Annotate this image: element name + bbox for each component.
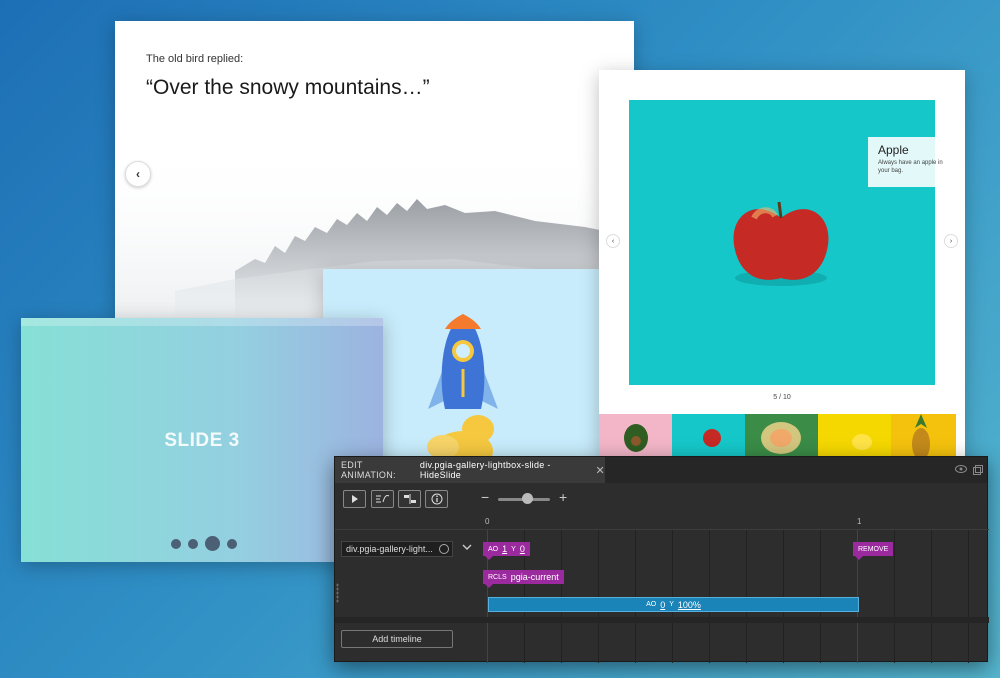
lightbox-next-button[interactable]: ›: [944, 234, 958, 248]
keyframe-tag-rcls[interactable]: RCLS pgia-current: [483, 570, 564, 588]
chevron-down-icon[interactable]: [462, 542, 472, 553]
align-keyframes-button[interactable]: [398, 490, 421, 508]
thumbnail-pineapple[interactable]: [891, 414, 956, 460]
quote-text: “Over the snowy mountains…”: [146, 76, 430, 99]
caption-box: Apple Always have an apple in your bag.: [868, 137, 958, 187]
easing-button[interactable]: [371, 490, 394, 508]
zoom-out-button[interactable]: −: [481, 489, 489, 505]
timeline-grid[interactable]: [487, 529, 989, 663]
close-icon[interactable]: ✕: [595, 464, 605, 477]
thumbnail-apple[interactable]: [672, 414, 745, 460]
bar-value: 0: [660, 599, 666, 610]
ruler-label-0: 0: [485, 517, 490, 526]
panel-topbar: [605, 457, 987, 483]
thumbnail-lemon[interactable]: [818, 414, 891, 460]
bar-label: Y: [669, 601, 674, 608]
panel-tab[interactable]: EDIT ANIMATION: div.pgia-gallery-lightbo…: [335, 457, 605, 483]
slide-pagination-dots: [171, 536, 237, 551]
pagination-dot[interactable]: [227, 538, 237, 549]
panel-tab-name: div.pgia-gallery-lightbox-slide - HideSl…: [419, 460, 551, 480]
apple-photo: Apple Always have an apple in your bag.: [629, 100, 958, 385]
card-top-strip: [21, 318, 383, 326]
animation-tween-bar[interactable]: AO 0 Y 100%: [488, 597, 859, 612]
tag-value: 1: [502, 544, 508, 554]
tag-label: RCLS: [488, 573, 507, 581]
keyframe-tag-remove[interactable]: REMOVE: [853, 542, 894, 560]
ruler-label-1: 1: [857, 517, 862, 526]
bar-value: 100%: [677, 599, 701, 610]
tag-pointer: [485, 556, 493, 560]
caption-title: Apple: [878, 143, 909, 157]
tag-value: 0: [519, 544, 525, 554]
eye-icon[interactable]: [955, 465, 967, 476]
element-selector[interactable]: div.pgia-gallery-light...: [341, 541, 453, 557]
undock-icon[interactable]: [973, 465, 983, 478]
slide-title: SLIDE 3: [164, 430, 240, 451]
add-timeline-button[interactable]: Add timeline: [341, 630, 453, 648]
tag-label: Y: [511, 545, 516, 553]
zoom-in-button[interactable]: +: [559, 489, 567, 505]
resize-handle[interactable]: [336, 583, 339, 603]
tag-label: REMOVE: [858, 545, 889, 553]
slide-counter: 5 / 10: [773, 394, 791, 401]
prev-slide-button[interactable]: ‹: [125, 161, 151, 187]
thumbnail-avocado[interactable]: [599, 414, 672, 460]
thumbnail-strip: [599, 414, 965, 460]
tag-label: AO: [488, 545, 499, 553]
info-button[interactable]: [425, 490, 448, 508]
apple-lightbox-card: Apple Always have an apple in your bag. …: [599, 70, 965, 460]
bar-label: AO: [646, 601, 657, 608]
thumbnail-melon[interactable]: [745, 414, 818, 460]
lightbox-prev-button[interactable]: ‹: [606, 234, 620, 248]
pagination-dot-active[interactable]: [205, 536, 220, 551]
quote-eyebrow: The old bird replied:: [146, 53, 244, 65]
element-selector-label: div.pgia-gallery-light...: [346, 544, 433, 554]
edit-animation-panel: EDIT ANIMATION: div.pgia-gallery-lightbo…: [334, 456, 989, 663]
panel-tab-prefix: EDIT ANIMATION:: [341, 460, 396, 480]
tag-pointer: [855, 556, 863, 560]
slide-3-card: SLIDE 3: [21, 318, 383, 562]
play-button[interactable]: [343, 490, 366, 508]
caption-text: Always have an apple in your bag.: [878, 160, 943, 174]
target-icon[interactable]: [439, 544, 449, 554]
zoom-slider-handle[interactable]: [522, 493, 533, 504]
tag-pointer: [485, 584, 493, 588]
keyframe-tag-ao-y[interactable]: AO 1 Y 0: [483, 542, 530, 560]
pagination-dot[interactable]: [171, 538, 181, 549]
pagination-dot[interactable]: [188, 538, 198, 549]
tag-value: pgia-current: [510, 572, 559, 582]
